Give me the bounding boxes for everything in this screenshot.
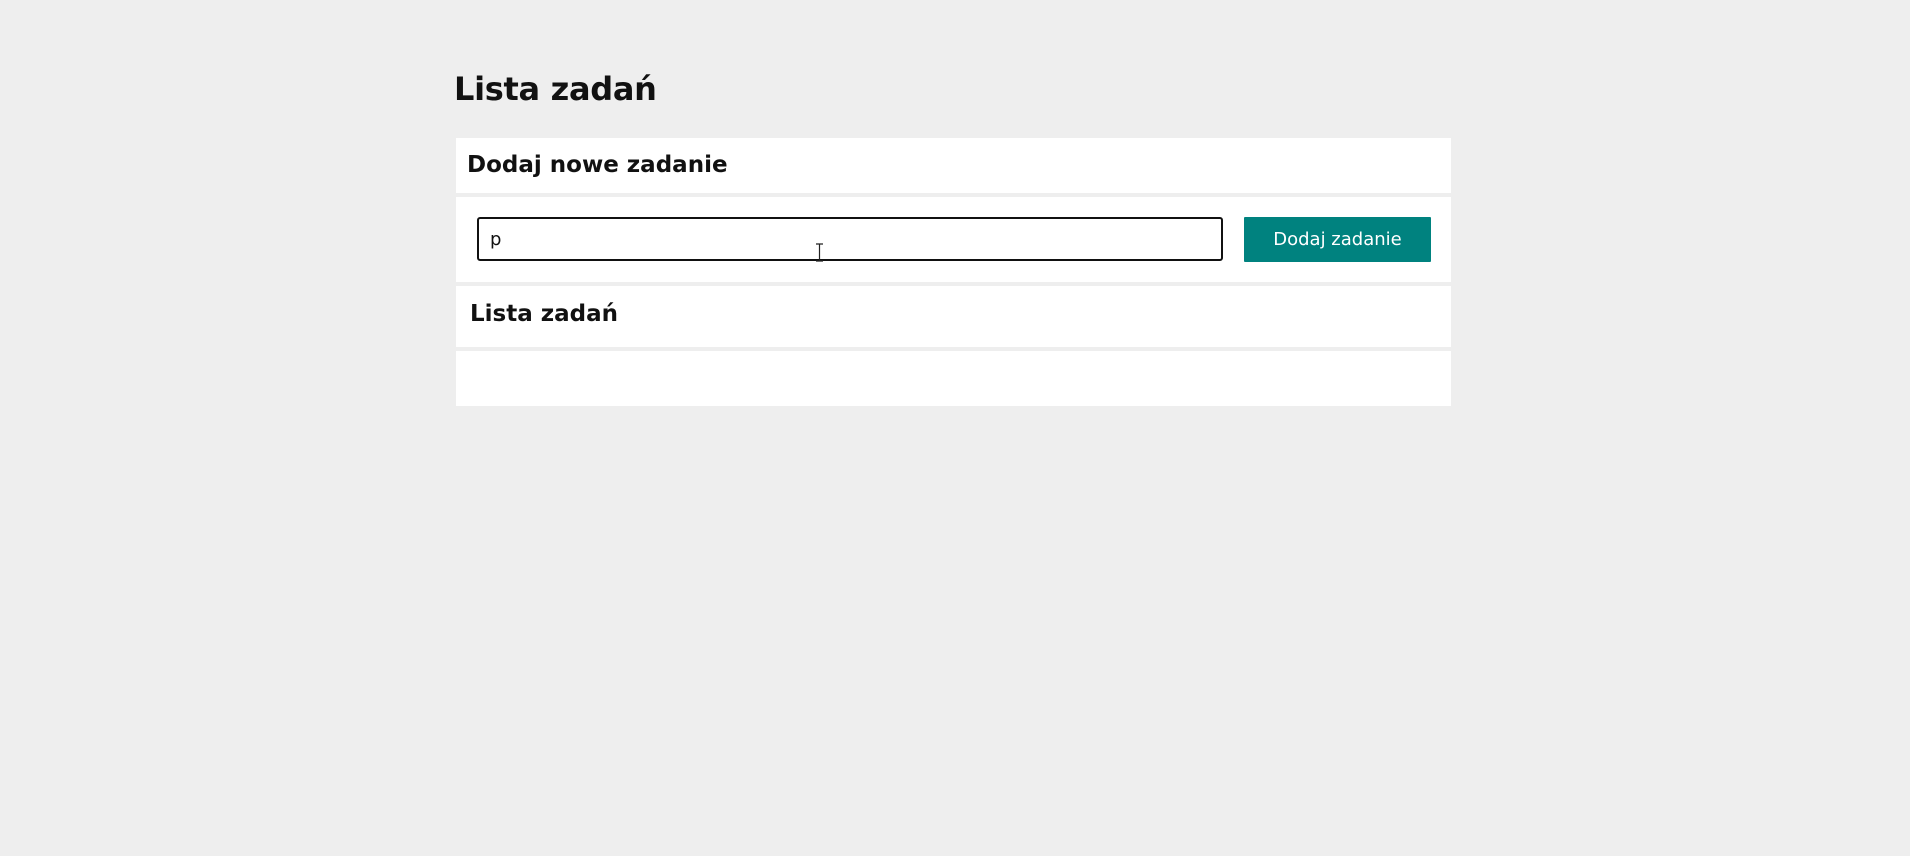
text-cursor-icon [816, 243, 823, 262]
task-list-heading: Lista zadań [470, 301, 619, 327]
add-task-form: Dodaj zadanie [456, 197, 1451, 282]
task-list-header-panel: Lista zadań [456, 286, 1451, 347]
add-task-button[interactable]: Dodaj zadanie [1244, 217, 1431, 262]
page: Lista zadań Dodaj nowe zadanie Dodaj zad… [0, 0, 1910, 856]
task-list [456, 351, 1451, 406]
page-title: Lista zadań [454, 70, 657, 108]
add-task-heading: Dodaj nowe zadanie [467, 152, 728, 178]
add-task-header-panel: Dodaj nowe zadanie [456, 138, 1451, 193]
task-input[interactable] [477, 217, 1223, 261]
